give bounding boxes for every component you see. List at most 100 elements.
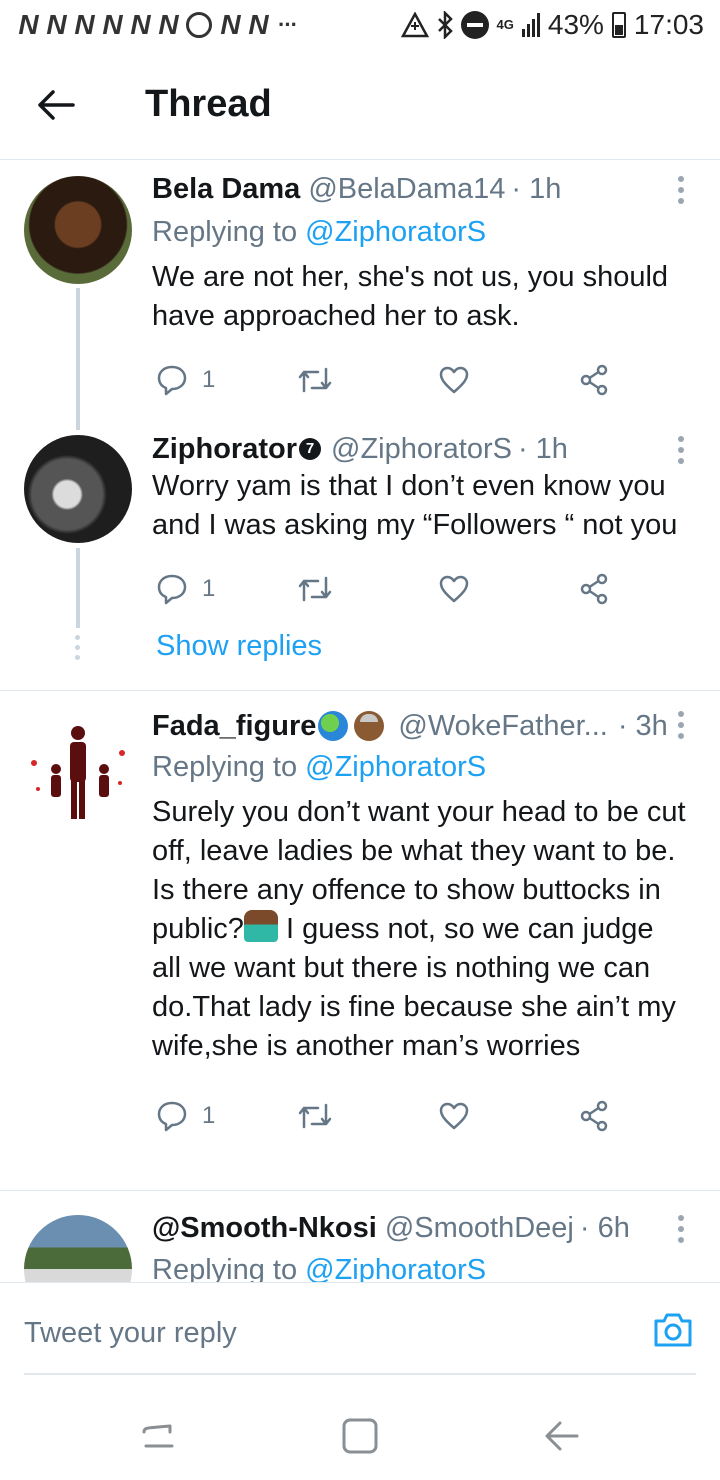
notification-n-icon: N xyxy=(248,9,268,40)
notification-n-icon: N xyxy=(74,9,94,40)
back-arrow-icon xyxy=(545,1421,579,1451)
reply-button[interactable]: 1 xyxy=(156,364,215,396)
author-name[interactable]: Ziphorator xyxy=(152,431,297,467)
retweet-button[interactable] xyxy=(298,1101,332,1131)
home-icon xyxy=(342,1418,378,1454)
more-options-icon[interactable] xyxy=(678,711,684,739)
like-button[interactable] xyxy=(438,1101,470,1131)
header: Thread xyxy=(0,50,720,160)
network-type: 4G xyxy=(496,17,514,32)
tweet-time: · 6h xyxy=(579,1212,630,1244)
signal-icon xyxy=(521,13,540,37)
tweet-actions: 1 xyxy=(152,559,690,619)
author-handle: @SmoothDeej xyxy=(384,1212,574,1244)
share-button[interactable] xyxy=(578,1100,610,1132)
notification-n-icon: N xyxy=(220,9,240,40)
replying-prefix: Replying to xyxy=(152,216,306,248)
share-icon xyxy=(580,573,608,605)
camera-button[interactable] xyxy=(652,1311,692,1347)
shrug-emoji-icon xyxy=(243,910,278,942)
like-button[interactable] xyxy=(438,574,470,604)
replying-to: Replying to @ZiphoratorS xyxy=(152,747,690,787)
do-not-disturb-icon xyxy=(460,11,489,39)
reply-bar: Tweet your reply xyxy=(0,1282,720,1392)
tweet-text: Worry yam is that I don’t even know you … xyxy=(152,470,678,541)
notification-n-icon: N xyxy=(130,9,150,40)
author-handle: @BelaDama14 xyxy=(308,173,506,205)
share-icon xyxy=(580,364,608,396)
share-button[interactable] xyxy=(578,573,610,605)
like-button[interactable] xyxy=(438,365,470,395)
recent-apps-icon xyxy=(142,1424,174,1448)
notification-n-icon: N xyxy=(46,9,66,40)
reply-input[interactable]: Tweet your reply xyxy=(24,1317,237,1350)
overflow-notifications-icon: ··· xyxy=(278,12,298,37)
home-button[interactable] xyxy=(336,1412,384,1460)
tweet[interactable]: Bela Dama @BelaDama14 · 1h Replying to @… xyxy=(0,160,720,430)
back-nav-button[interactable] xyxy=(538,1412,586,1460)
replying-to-link[interactable]: @ZiphoratorS xyxy=(305,216,486,248)
battery-percent: 43% xyxy=(547,9,604,40)
replying-to: Replying to @ZiphoratorS xyxy=(152,212,690,252)
thread-line xyxy=(76,548,80,628)
reply-count: 1 xyxy=(202,366,216,393)
retweet-icon xyxy=(298,367,332,393)
notification-icons: N N N N N N N N ··· xyxy=(16,9,298,41)
tweet[interactable]: Ziphorator 7 @ZiphoratorS · 1h Worry yam… xyxy=(0,420,720,690)
tweet-time: · 1h xyxy=(517,433,568,465)
old-man-emoji-icon xyxy=(354,711,385,741)
reply-input-underline xyxy=(24,1373,696,1375)
heart-icon xyxy=(439,366,469,394)
avatar[interactable] xyxy=(24,713,132,821)
thread-feed[interactable]: Bela Dama @BelaDama14 · 1h Replying to @… xyxy=(0,160,720,1282)
tweet[interactable]: @Smooth-Nkosi @SmoothDeej · 6h Replying … xyxy=(0,1191,720,1282)
more-options-icon[interactable] xyxy=(678,1215,684,1243)
clock: 17:03 xyxy=(633,9,704,40)
more-options-icon[interactable] xyxy=(678,176,684,204)
replying-to-link[interactable]: @ZiphoratorS xyxy=(305,751,486,783)
replying-to: Replying to @ZiphoratorS xyxy=(152,1250,690,1282)
author-name[interactable]: @Smooth-Nkosi xyxy=(152,1210,377,1246)
verified-badge-icon: 7 xyxy=(299,438,321,460)
tweet[interactable]: Fada_figure @WokeFather... · 3h Replying… xyxy=(0,691,720,1189)
back-button[interactable] xyxy=(0,50,112,160)
tweet-time: · 3h xyxy=(617,710,668,742)
reply-button[interactable]: 1 xyxy=(156,573,215,605)
tweet-time: · 1h xyxy=(511,173,562,205)
avatar[interactable] xyxy=(24,176,132,284)
tweet-actions: 1 xyxy=(152,1086,690,1146)
author-name[interactable]: Bela Dama xyxy=(152,171,300,207)
system-nav-bar xyxy=(0,1392,720,1480)
replying-to-link[interactable]: @ZiphoratorS xyxy=(305,1254,486,1282)
avatar[interactable] xyxy=(24,1215,132,1282)
notification-n-icon: N xyxy=(102,9,122,40)
author-handle: @WokeFather... xyxy=(398,710,608,742)
camera-icon xyxy=(654,1313,692,1347)
arrow-left-icon xyxy=(38,89,75,120)
author-name[interactable]: Fada_figure xyxy=(152,708,316,744)
author-handle: @ZiphoratorS xyxy=(331,433,512,465)
share-button[interactable] xyxy=(578,364,610,396)
reply-icon xyxy=(157,574,187,605)
reply-count: 1 xyxy=(202,575,216,602)
retweet-button[interactable] xyxy=(298,365,332,395)
replying-prefix: Replying to xyxy=(152,1254,306,1282)
bluetooth-icon xyxy=(437,11,453,39)
family-logo-icon xyxy=(31,726,125,819)
status-bar: N N N N N N N N ··· 4G 43% 17:03 xyxy=(0,0,720,50)
reply-icon xyxy=(157,365,187,396)
reply-button[interactable]: 1 xyxy=(156,1100,215,1132)
retweet-button[interactable] xyxy=(298,574,332,604)
avatar[interactable] xyxy=(24,435,132,543)
reply-count: 1 xyxy=(202,1102,216,1129)
notification-n-icon: N xyxy=(18,9,38,40)
heart-icon xyxy=(439,575,469,603)
retweet-icon xyxy=(298,576,332,602)
recent-apps-button[interactable] xyxy=(134,1412,182,1460)
data-saver-icon xyxy=(400,12,429,38)
show-replies-link[interactable]: Show replies xyxy=(156,630,322,663)
more-options-icon[interactable] xyxy=(678,436,684,464)
notification-n-icon: N xyxy=(158,9,178,40)
globe-emoji-icon xyxy=(318,711,349,741)
tweet-text: We are not her, she's not us, you should… xyxy=(152,261,669,332)
